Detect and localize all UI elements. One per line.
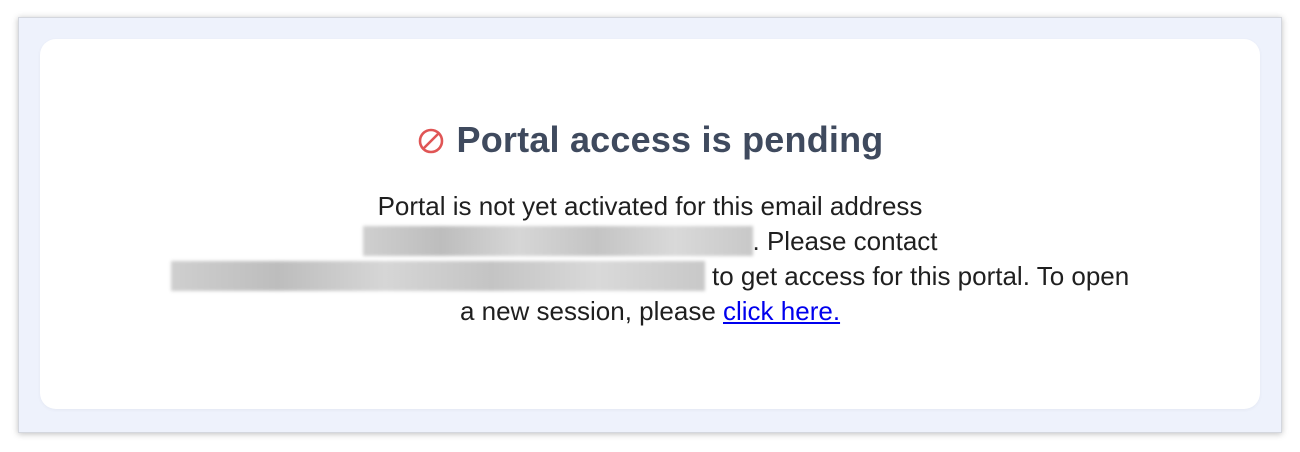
click-here-link[interactable]: click here. <box>723 296 840 326</box>
message-please-contact: . Please contact <box>752 226 938 256</box>
ban-icon <box>418 128 443 154</box>
redacted-email <box>362 226 753 256</box>
access-pending-card: Portal access is pending Portal is not y… <box>40 39 1260 409</box>
message-line-2: . Please contact <box>40 224 1260 259</box>
message-new-session: a new session, please <box>459 296 723 326</box>
message-line-1: Portal is not yet activated for this ema… <box>377 191 923 221</box>
page-title: Portal access is pending <box>456 119 884 160</box>
message-get-access: to get access for this portal. To open <box>704 261 1130 291</box>
redacted-contact <box>170 261 705 291</box>
message-line-4: a new session, please click here. <box>40 294 1260 329</box>
message-line-3: to get access for this portal. To open <box>40 259 1260 294</box>
page-heading: Portal access is pending <box>40 119 1260 161</box>
browser-viewport: Portal access is pending Portal is not y… <box>18 17 1282 433</box>
pending-message: Portal is not yet activated for this ema… <box>40 189 1260 329</box>
